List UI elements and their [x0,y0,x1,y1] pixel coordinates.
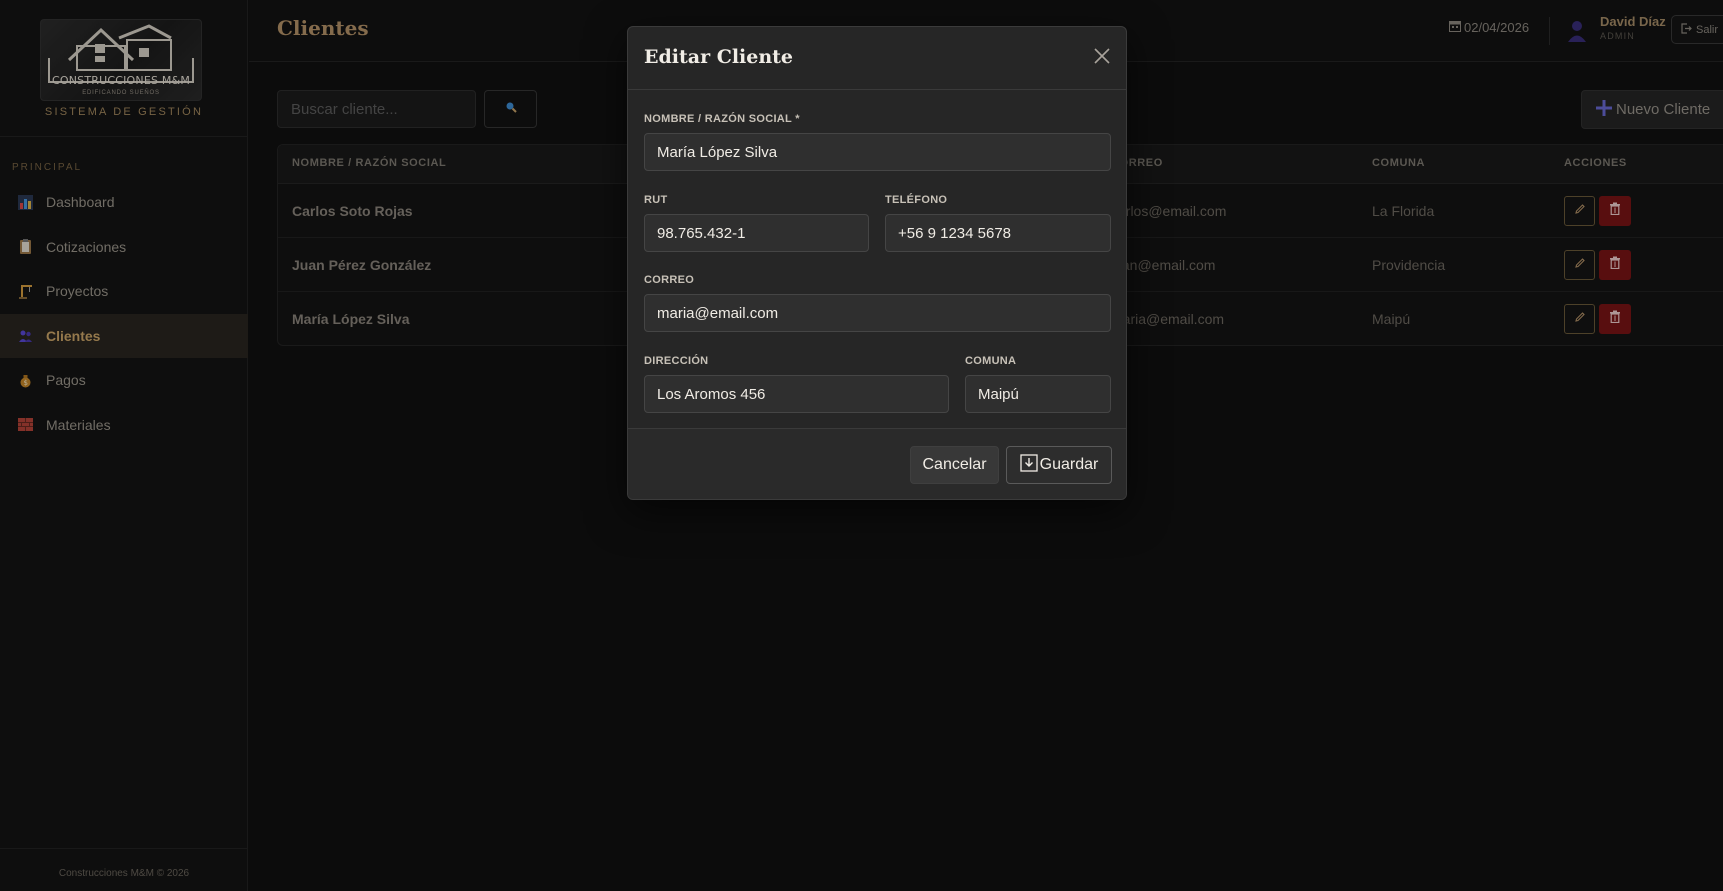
name-input[interactable] [644,133,1111,171]
close-button[interactable] [1091,47,1113,69]
phone-input[interactable] [885,214,1111,252]
edit-client-modal: Editar Cliente NOMBRE / RAZÓN SOCIAL * R… [627,26,1127,500]
save-button[interactable]: Guardar [1006,446,1112,484]
name-label: NOMBRE / RAZÓN SOCIAL * [644,113,800,125]
phone-label: TELÉFONO [885,194,948,206]
close-icon [1093,47,1111,70]
comuna-label: COMUNA [965,355,1017,367]
modal-title: Editar Cliente [644,46,794,68]
email-field[interactable] [644,294,1111,332]
modal-footer: Cancelar Guardar [628,428,1126,499]
address-input[interactable] [644,375,949,413]
rut-input[interactable] [644,214,869,252]
rut-label: RUT [644,194,668,206]
cancel-button[interactable]: Cancelar [910,446,999,484]
modal-header: Editar Cliente [628,27,1126,90]
address-label: DIRECCIÓN [644,355,709,367]
save-download-icon [1019,453,1038,477]
save-label: Guardar [1039,456,1099,473]
comuna-input[interactable] [965,375,1111,413]
email-label: CORREO [644,274,695,286]
